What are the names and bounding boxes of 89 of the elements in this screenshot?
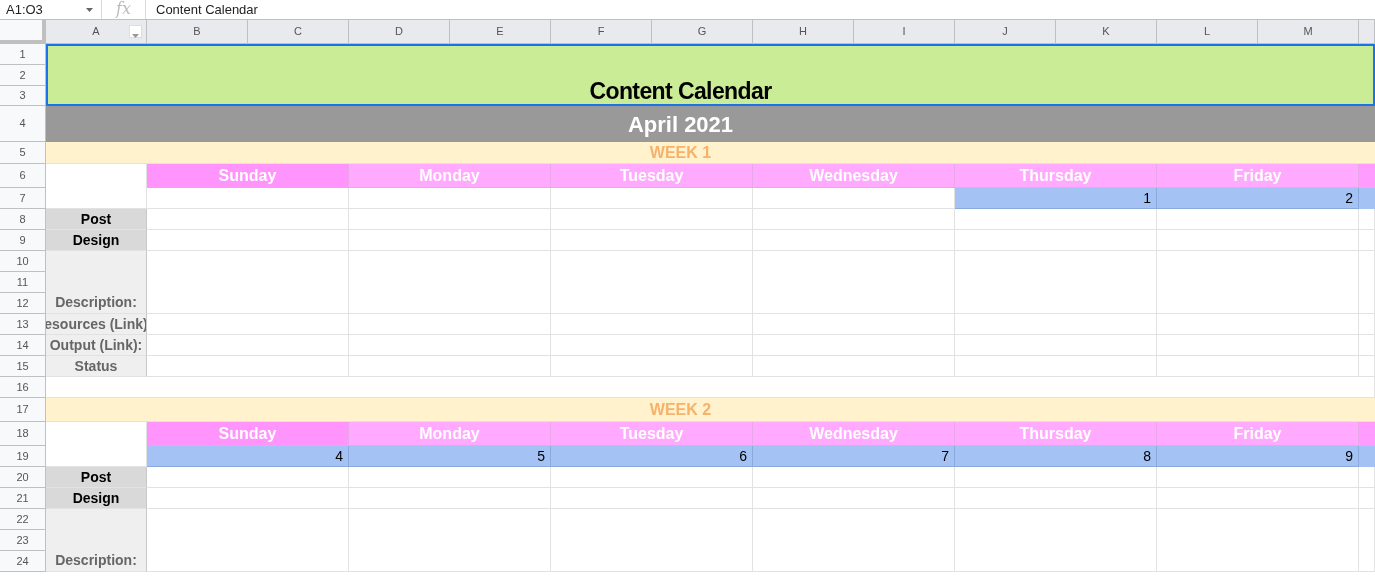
row-header[interactable]: 11 (0, 272, 46, 293)
column-header[interactable]: K (1056, 20, 1157, 44)
field-label: Design (46, 230, 147, 251)
row-header[interactable]: 4 (0, 106, 46, 142)
day-header: Sunday (147, 422, 349, 446)
row-header[interactable]: 3 (0, 86, 46, 106)
day-header: Thursday (955, 422, 1157, 446)
row-header[interactable]: 1 (0, 44, 46, 65)
filter-icon[interactable] (129, 25, 142, 38)
formula-content[interactable]: Content Calendar (156, 1, 258, 17)
field-label: Description: (46, 251, 147, 314)
row-header[interactable]: 16 (0, 377, 46, 398)
table-cell (1359, 209, 1375, 230)
field-label: Post (46, 209, 147, 230)
row-header[interactable]: 15 (0, 356, 46, 377)
table-cell (1359, 314, 1375, 335)
column-header[interactable]: C (248, 20, 349, 44)
week-label: WEEK 1 (649, 142, 713, 163)
day-header: Sunday (147, 164, 349, 188)
row-header[interactable]: 22 (0, 509, 46, 530)
month-title: April 2021 (627, 110, 735, 139)
column-header[interactable]: D (349, 20, 450, 44)
column-header[interactable]: H (753, 20, 854, 44)
date-cell: 7 (753, 446, 955, 467)
table-cell (1359, 509, 1375, 572)
row-header[interactable]: 18 (0, 422, 46, 446)
row-header[interactable]: 8 (0, 209, 46, 230)
column-header[interactable]: L (1157, 20, 1258, 44)
table-cell (1359, 188, 1375, 209)
day-header: Monday (349, 422, 551, 446)
day-header: Monday (349, 164, 551, 188)
date-cell: 4 (147, 446, 349, 467)
row-header[interactable]: 20 (0, 467, 46, 488)
field-label: Description: (46, 509, 147, 572)
row-header[interactable]: 7 (0, 188, 46, 209)
table-cell (1359, 251, 1375, 314)
field-label: Design (46, 488, 147, 509)
column-header[interactable] (1359, 20, 1375, 44)
column-header[interactable]: E (450, 20, 551, 44)
date-cell: 6 (551, 446, 753, 467)
table-cell (1359, 488, 1375, 509)
day-header: Tuesday (551, 422, 753, 446)
field-label: Post (46, 467, 147, 488)
field-label: Status (46, 356, 147, 377)
cell-reference[interactable]: A1:O3 (6, 0, 43, 20)
row-header[interactable]: 19 (0, 446, 46, 467)
column-header[interactable]: M (1258, 20, 1359, 44)
fx-label: fx (116, 0, 131, 18)
select-all-corner[interactable] (0, 20, 46, 44)
day-header: Wednesday (753, 422, 955, 446)
column-header[interactable]: G (652, 20, 753, 44)
row-header[interactable]: 5 (0, 142, 46, 164)
row-header[interactable]: 17 (0, 398, 46, 422)
week-label: WEEK 2 (649, 399, 713, 420)
row-header[interactable]: 14 (0, 335, 46, 356)
row-header[interactable]: 6 (0, 164, 46, 188)
row-header[interactable]: 21 (0, 488, 46, 509)
row-header[interactable]: 23 (0, 530, 46, 551)
column-header[interactable]: I (854, 20, 955, 44)
column-header[interactable]: A (46, 20, 147, 44)
date-cell: 8 (955, 446, 1157, 467)
row-header[interactable]: 12 (0, 293, 46, 314)
date-cell: 9 (1157, 446, 1359, 467)
day-header: Tuesday (551, 164, 753, 188)
day-header: Friday (1157, 164, 1359, 188)
dropdown-icon[interactable] (86, 7, 93, 12)
calendar-title: Content Calendar (589, 78, 773, 104)
day-header: Thursday (955, 164, 1157, 188)
date-cell: 5 (349, 446, 551, 467)
row-header[interactable]: 10 (0, 251, 46, 272)
table-cell (1359, 446, 1375, 467)
table-cell (1359, 335, 1375, 356)
day-header: Friday (1157, 422, 1359, 446)
field-label: Output (Link): (46, 335, 147, 356)
date-cell: 2 (1157, 188, 1359, 209)
row-header[interactable]: 2 (0, 65, 46, 86)
date-cell: 1 (955, 188, 1157, 209)
column-header[interactable]: B (147, 20, 248, 44)
row-header[interactable]: 24 (0, 551, 46, 572)
row-header[interactable]: 9 (0, 230, 46, 251)
table-cell (1359, 164, 1375, 188)
table-cell (1359, 356, 1375, 377)
table-cell (1359, 422, 1375, 446)
column-header[interactable]: F (551, 20, 652, 44)
table-cell (1359, 467, 1375, 488)
day-header: Wednesday (753, 164, 955, 188)
column-header[interactable]: J (955, 20, 1056, 44)
table-cell (1359, 230, 1375, 251)
row-header[interactable]: 13 (0, 314, 46, 335)
